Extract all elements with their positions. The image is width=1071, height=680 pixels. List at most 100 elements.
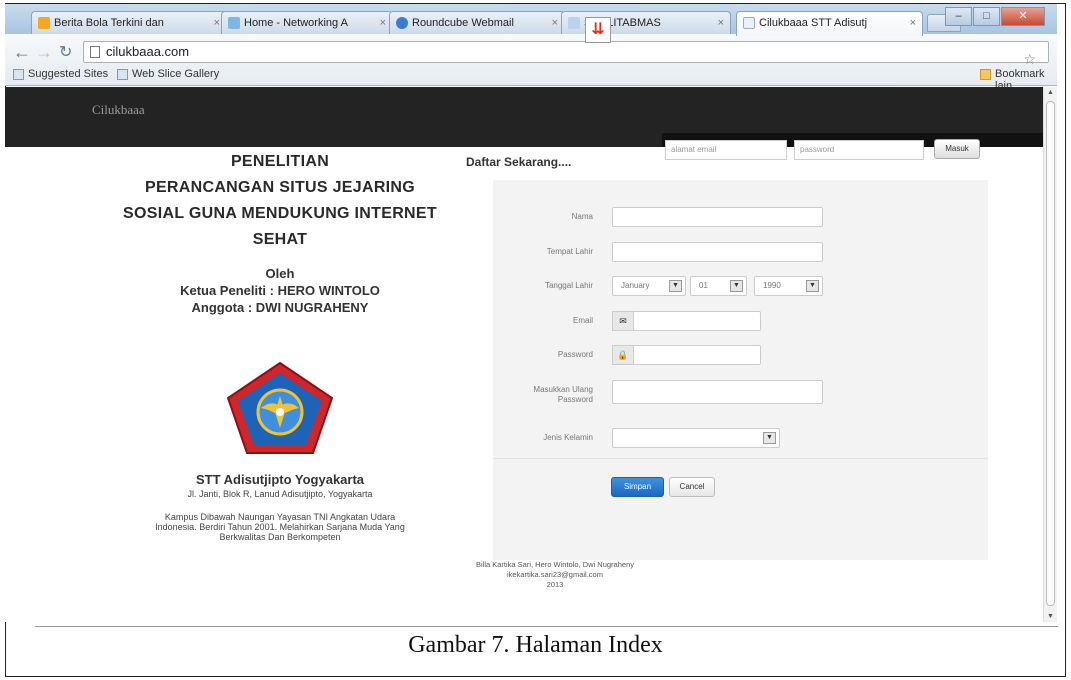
- cancel-button[interactable]: Cancel: [669, 477, 715, 497]
- figure-caption: Gambar 7. Halaman Index: [408, 632, 663, 658]
- footer-year: 2013: [546, 580, 564, 589]
- tab-close-icon[interactable]: ×: [214, 12, 220, 34]
- campus-name: STT Adisutjipto Yogyakarta: [195, 472, 365, 487]
- scroll-down-icon[interactable]: ▼: [1047, 613, 1054, 620]
- chevron-down-icon: ▼: [763, 432, 776, 444]
- login-password-input[interactable]: password: [794, 140, 924, 160]
- label-line: Masukkan Ulang: [533, 385, 593, 394]
- page-icon: [13, 69, 24, 80]
- tab-cilukbaaa[interactable]: Cilukbaaa STT Adisutj ×: [736, 11, 923, 36]
- tab-close-icon[interactable]: ×: [910, 12, 916, 34]
- lead-researcher: Ketua Peneliti : HERO WINTOLO: [180, 283, 380, 298]
- tab-favicon-icon: [228, 17, 240, 29]
- login-email-input[interactable]: alamat email: [665, 140, 787, 160]
- bookmarks-bar: Suggested Sites Web Slice Gallery Bookma…: [5, 65, 1057, 92]
- tab-favicon-icon: [743, 17, 755, 29]
- page-scrollbar[interactable]: ▲ ▼: [1043, 87, 1057, 622]
- lock-icon: 🔒: [612, 345, 634, 365]
- authors: Oleh Ketua Peneliti : HERO WINTOLO Anggo…: [90, 265, 470, 316]
- page-viewport: Cilukbaaa alamat email password Masuk PE…: [5, 87, 1057, 622]
- description-line: Kampus Dibawah Naungan Yayasan TNI Angka…: [164, 512, 396, 522]
- tab-favicon-icon: [396, 17, 408, 29]
- jenis-kelamin-label: Jenis Kelamin: [543, 433, 593, 442]
- label-line: Password: [557, 395, 593, 404]
- research-info: PENELITIAN PERANCANGAN SITUS JEJARING SO…: [90, 149, 470, 542]
- tab-favicon-icon: [38, 17, 50, 29]
- bookmark-suggested-sites[interactable]: Suggested Sites: [13, 68, 108, 80]
- minimize-button[interactable]: –: [945, 7, 972, 26]
- folder-icon: [980, 69, 991, 80]
- forward-arrow-icon[interactable]: →: [35, 42, 53, 63]
- day-select[interactable]: 01 ▼: [690, 276, 747, 296]
- maximize-button[interactable]: □: [973, 7, 1000, 26]
- member: Anggota : DWI NUGRAHENY: [191, 300, 369, 315]
- tanggal-lahir-label: Tanggal Lahir: [544, 281, 593, 290]
- register-heading: Daftar Sekarang....: [466, 155, 572, 169]
- download-arrow-icon[interactable]: ⇊: [585, 17, 611, 43]
- browser-titlebar: Berita Bola Terkini dan × Home - Network…: [5, 4, 1057, 36]
- description-line: Indonesia. Berdiri Tahun 2001. Melahirka…: [155, 522, 405, 532]
- scroll-up-icon[interactable]: ▲: [1047, 89, 1054, 96]
- campus-description: Kampus Dibawah Naungan Yayasan TNI Angka…: [90, 512, 470, 542]
- month-value: January: [621, 281, 650, 290]
- envelope-icon: ✉: [612, 311, 634, 331]
- email-field[interactable]: [633, 311, 761, 331]
- footer-email: ikekartika.sari23@gmail.com: [507, 570, 603, 579]
- research-title: PENELITIAN PERANCANGAN SITUS JEJARING SO…: [90, 149, 470, 253]
- registration-form: Nama Tempat Lahir Tanggal Lahir January …: [493, 180, 988, 560]
- tempat-lahir-label: Tempat Lahir: [546, 247, 593, 256]
- gender-select[interactable]: ▼: [612, 428, 780, 448]
- stt-adisutjipto-logo: [226, 361, 334, 454]
- title-line: SOSIAL GUNA MENDUKUNG INTERNET: [123, 205, 437, 222]
- save-button[interactable]: Simpan: [611, 477, 664, 497]
- password-field[interactable]: [633, 345, 761, 365]
- tab-berita-bola[interactable]: Berita Bola Terkini dan ×: [31, 11, 227, 35]
- chevron-down-icon: ▼: [669, 280, 682, 292]
- tab-networking[interactable]: Home - Networking A ×: [221, 11, 393, 35]
- caption-divider: [35, 626, 1058, 627]
- tab-close-icon[interactable]: ×: [718, 12, 724, 34]
- oleh-label: Oleh: [265, 266, 295, 281]
- form-divider: [493, 458, 988, 459]
- site-brand[interactable]: Cilukbaaa: [92, 102, 145, 118]
- nama-label: Nama: [571, 212, 593, 221]
- year-value: 1990: [763, 281, 781, 290]
- tab-close-icon[interactable]: ×: [552, 12, 558, 34]
- scrollbar-thumb[interactable]: [1046, 101, 1055, 606]
- reload-icon[interactable]: ↻: [59, 42, 72, 62]
- year-select[interactable]: 1990 ▼: [754, 276, 823, 296]
- tab-close-icon[interactable]: ×: [380, 12, 386, 34]
- tab-roundcube[interactable]: Roundcube Webmail ×: [389, 11, 565, 35]
- bookmark-web-slice[interactable]: Web Slice Gallery: [117, 68, 219, 80]
- month-select[interactable]: January ▼: [612, 276, 686, 296]
- campus-address: Jl. Janti, Blok R, Lanud Adisutjipto, Yo…: [187, 489, 373, 499]
- ulang-password-label: Masukkan Ulang Password: [493, 385, 593, 405]
- title-line: PERANCANGAN SITUS JEJARING: [144, 179, 416, 196]
- bookmark-label: Suggested Sites: [28, 68, 109, 80]
- tab-label: Home - Networking A: [244, 17, 348, 29]
- ulang-password-field[interactable]: [612, 380, 823, 404]
- page-icon: [117, 69, 128, 80]
- browser-toolbar: ← → ↻ cilukbaaa.com ☆ Suggested Sites We…: [5, 34, 1057, 92]
- tab-favicon-icon: [568, 17, 580, 29]
- tempat-lahir-input[interactable]: [612, 242, 823, 262]
- day-value: 01: [699, 281, 708, 290]
- tab-label: Berita Bola Terkini dan: [54, 17, 164, 29]
- page-icon: [90, 46, 100, 58]
- description-line: Berkwalitas Dan Berkompeten: [219, 532, 341, 542]
- tab-label: Roundcube Webmail: [412, 17, 514, 29]
- password-label: Password: [557, 350, 593, 359]
- url-text: cilukbaaa.com: [106, 44, 190, 59]
- close-window-button[interactable]: ✕: [1001, 7, 1045, 26]
- chevron-down-icon: ▼: [806, 280, 819, 292]
- page-footer: Billa Kartika Sari, Hero Wintolo, Dwi Nu…: [425, 560, 685, 590]
- bookmark-label: Web Slice Gallery: [132, 68, 220, 80]
- nama-input[interactable]: [612, 207, 823, 227]
- email-label: Email: [572, 316, 593, 325]
- footer-authors: Billa Kartika Sari, Hero Wintolo, Dwi Nu…: [476, 560, 634, 569]
- login-button[interactable]: Masuk: [934, 139, 980, 159]
- chevron-down-icon: ▼: [730, 280, 743, 292]
- address-bar[interactable]: cilukbaaa.com ☆: [83, 41, 1049, 67]
- title-line: PENELITIAN: [230, 153, 330, 170]
- back-arrow-icon[interactable]: ←: [13, 42, 31, 63]
